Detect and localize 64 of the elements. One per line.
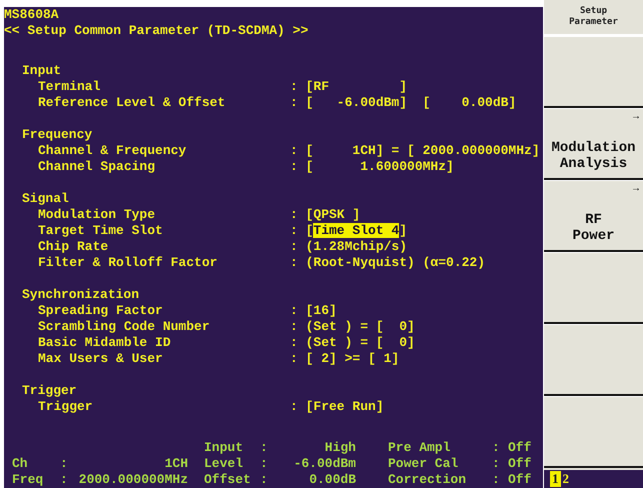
parameter-value[interactable]: : (1.28Mchip/s) — [290, 239, 408, 255]
parameter-value[interactable]: : (Root-Nyquist) (α=0.22) — [290, 255, 486, 271]
parameter-label: Trigger — [38, 399, 94, 415]
parameter-value[interactable]: : [16] — [290, 303, 337, 319]
model-name: MS8608A — [4, 7, 59, 23]
parameter-value[interactable]: : (Set ) = [ 0] — [290, 319, 415, 335]
status-separator: : — [260, 456, 269, 472]
status-separator: : — [60, 456, 69, 472]
parameter-label: Reference Level & Offset — [38, 95, 226, 111]
section-title: Trigger — [22, 383, 77, 399]
page-number[interactable]: 1 — [550, 471, 560, 487]
parameter-value[interactable]: : [ 1.600000MHz] — [290, 159, 454, 175]
section-title: Synchronization — [22, 287, 140, 303]
parameter-label: Spreading Factor — [38, 303, 164, 319]
status-label: Offset — [204, 472, 252, 488]
parameter-value[interactable]: : [Free Run] — [290, 399, 384, 415]
status-value: 1CH — [164, 456, 188, 472]
status-separator: : — [60, 472, 69, 488]
parameter-label: Modulation Type — [38, 207, 156, 223]
parameter-label: Chip Rate — [38, 239, 110, 255]
softkey[interactable] — [544, 36, 643, 108]
status-value: 2000.000000MHz — [78, 472, 188, 488]
status-label: Correction — [388, 472, 468, 488]
status-label: Input — [204, 440, 244, 456]
status-separator: : — [260, 440, 269, 456]
parameter-label: Basic Midamble ID — [38, 335, 172, 351]
status-label: Pre Ampl — [388, 440, 452, 456]
parameter-label: Target Time Slot — [38, 223, 164, 239]
parameter-value[interactable]: : [QPSK ] — [290, 207, 360, 223]
status-label: Level — [204, 456, 244, 472]
parameter-label: Channel & Frequency — [38, 143, 188, 159]
parameter-value[interactable]: : [RF ] — [290, 79, 408, 95]
page-number[interactable]: 2 — [560, 471, 571, 487]
parameter-value[interactable]: : [ 1CH] = [ 2000.000000MHz] — [290, 143, 540, 159]
screen-title: << Setup Common Parameter (TD-SCDMA) >> — [4, 23, 308, 39]
softkey[interactable] — [544, 252, 643, 324]
parameter-label: Filter & Rolloff Factor — [38, 255, 218, 271]
status-separator: : — [492, 472, 501, 488]
parameter-value[interactable]: : (Set ) = [ 0] — [290, 335, 415, 351]
softkey[interactable]: → RF Power — [544, 180, 643, 252]
status-value: Off — [508, 472, 532, 488]
status-value: Off — [508, 456, 532, 472]
status-separator: : — [260, 472, 269, 488]
status-separator: : — [492, 440, 501, 456]
softkey[interactable] — [544, 396, 643, 468]
status-label: Freq — [12, 472, 44, 488]
status-separator: : — [492, 456, 501, 472]
parameter-label: Channel Spacing — [38, 159, 156, 175]
parameter-label: Terminal — [38, 79, 102, 95]
section-title: Signal — [22, 191, 69, 207]
parameter-value[interactable]: : [ -6.00dBm] [ 0.00dB] — [290, 95, 516, 111]
status-label: Power Cal — [388, 456, 460, 472]
softkey[interactable] — [544, 324, 643, 396]
parameter-value[interactable]: : [ 2] >= [ 1] — [290, 351, 400, 367]
status-label: Ch — [12, 456, 29, 472]
parameter-label: Max Users & User — [38, 351, 164, 367]
status-value: Off — [508, 440, 532, 456]
section-title: Frequency — [22, 127, 92, 143]
status-value: -6.00dBm — [292, 456, 356, 472]
parameter-label: Scrambling Code Number — [38, 319, 211, 335]
section-title: Input — [22, 63, 62, 79]
softkey[interactable]: → Modulation Analysis — [544, 108, 643, 180]
status-value: 0.00dB — [308, 472, 356, 488]
status-value: High — [324, 440, 356, 456]
